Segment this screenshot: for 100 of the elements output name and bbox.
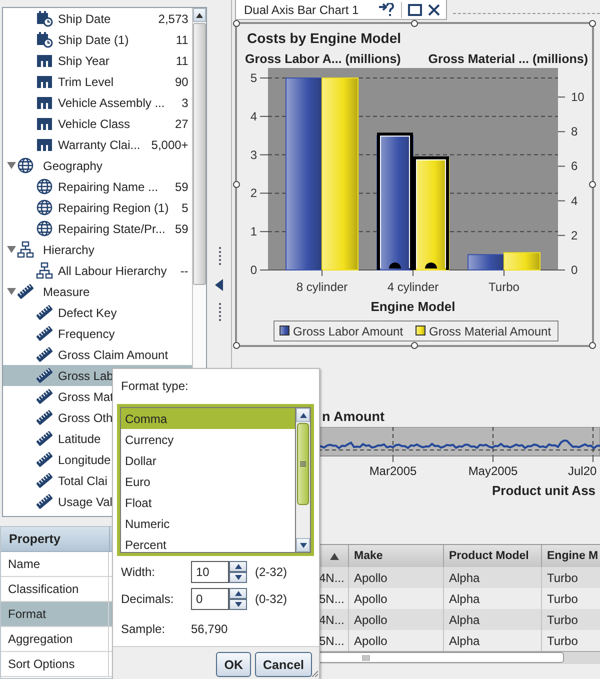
y2-tick-label: 10 bbox=[571, 90, 585, 104]
tree-item[interactable]: Vehicle Class 27 bbox=[3, 113, 192, 134]
number-field[interactable]: 10 bbox=[191, 561, 229, 583]
y2-tick-label: 6 bbox=[571, 159, 578, 174]
grip-lines-icon bbox=[362, 654, 370, 660]
y-tick-label: 3 bbox=[250, 148, 258, 162]
scrollbar[interactable] bbox=[295, 407, 311, 553]
up-triangle-icon bbox=[234, 564, 242, 569]
tree-item[interactable]: Ship Year 11 bbox=[3, 50, 192, 71]
legend-label: Gross Labor Amount bbox=[293, 324, 404, 338]
down-triangle-icon bbox=[234, 602, 242, 607]
column-header[interactable]: Make bbox=[349, 545, 444, 567]
resize-handle[interactable] bbox=[233, 342, 240, 349]
field-label: Width: bbox=[121, 565, 156, 579]
bar[interactable] bbox=[286, 77, 322, 270]
scroll-thumb[interactable] bbox=[318, 652, 564, 663]
ok-button[interactable]: OK bbox=[216, 652, 251, 677]
list-item[interactable]: Comma bbox=[121, 408, 295, 429]
tree-item[interactable]: Defect Key bbox=[3, 302, 192, 323]
tree-group[interactable]: Geography bbox=[3, 155, 192, 176]
resize-handle[interactable] bbox=[411, 342, 418, 349]
legend-label: Gross Material Amount bbox=[429, 324, 552, 338]
table-cell: Name bbox=[1, 552, 109, 576]
axis-tick-label: Turbo bbox=[488, 270, 520, 294]
resize-grip-icon[interactable] bbox=[311, 670, 318, 677]
axis-tick-label: 8 bbox=[558, 124, 578, 139]
scroll-up-icon[interactable] bbox=[196, 12, 204, 18]
hierarchy-icon bbox=[17, 241, 34, 258]
scroll-thumb[interactable] bbox=[193, 23, 206, 285]
item-count: 90 bbox=[174, 74, 188, 88]
tree-item[interactable]: Vehicle Assembly ... 3 bbox=[3, 92, 192, 113]
grip-dots-icon[interactable] bbox=[218, 302, 222, 322]
resize-handle[interactable] bbox=[233, 181, 240, 188]
collapse-arrow-icon[interactable] bbox=[215, 278, 224, 290]
resize-handle[interactable] bbox=[589, 20, 596, 27]
list-item[interactable]: Currency bbox=[121, 429, 295, 450]
globe-icon bbox=[36, 220, 53, 237]
spin-up-button[interactable] bbox=[229, 588, 247, 599]
spin-down-button[interactable] bbox=[229, 599, 247, 610]
tree-group[interactable]: Hierarchy bbox=[3, 239, 192, 260]
item-count: 59 bbox=[174, 180, 188, 194]
grip-dots-icon[interactable] bbox=[218, 246, 222, 266]
column-header: Property bbox=[1, 527, 110, 552]
tree-item[interactable]: Repairing Region (1) 5 bbox=[3, 197, 192, 218]
arrow-question-icon[interactable] bbox=[379, 2, 395, 16]
calendar-clock-icon bbox=[36, 10, 53, 27]
number-field[interactable]: 0 bbox=[191, 588, 229, 610]
globe-icon bbox=[36, 199, 53, 216]
item-count: 5,000+ bbox=[151, 138, 188, 152]
resize-handle[interactable] bbox=[233, 20, 240, 27]
bar[interactable] bbox=[468, 254, 504, 270]
tree-item[interactable]: Repairing Name ... 59 bbox=[3, 176, 192, 197]
format-type-list[interactable]: Comma Currency Dollar Euro Float Numeric Percent bbox=[117, 404, 314, 556]
category-icon bbox=[36, 94, 53, 111]
category-icon bbox=[36, 136, 53, 153]
range-hint: (0-32) bbox=[255, 592, 288, 606]
expanded-triangle-icon[interactable] bbox=[7, 161, 16, 170]
scroll-thumb[interactable] bbox=[297, 423, 309, 505]
tree-item[interactable]: Frequency bbox=[3, 323, 192, 344]
tree-item[interactable]: Repairing State/Pr... 59 bbox=[3, 218, 192, 239]
spin-up-button[interactable] bbox=[229, 561, 247, 572]
tree-item[interactable]: Trim Level 90 bbox=[3, 71, 192, 92]
list-item[interactable]: Float bbox=[121, 492, 295, 513]
y-tick-label: 2 bbox=[250, 186, 258, 200]
resize-handle[interactable] bbox=[411, 20, 418, 27]
tree-group[interactable]: Measure bbox=[3, 281, 192, 302]
resize-handle[interactable] bbox=[589, 181, 596, 188]
list-item[interactable]: Euro bbox=[121, 471, 295, 492]
tree-item[interactable]: All Labour Hierarchy -- bbox=[3, 260, 192, 281]
tree-item[interactable]: Gross Claim Amount bbox=[3, 344, 192, 365]
scrollbar[interactable] bbox=[318, 651, 600, 664]
cancel-button[interactable]: Cancel bbox=[255, 652, 312, 677]
maximize-icon[interactable] bbox=[408, 2, 422, 16]
globe-icon bbox=[17, 157, 34, 174]
column-header[interactable]: Product Model bbox=[444, 545, 542, 567]
resize-handle[interactable] bbox=[589, 342, 596, 349]
spin-down-button[interactable] bbox=[229, 572, 247, 583]
axis-tick-label: 0 bbox=[250, 263, 268, 277]
tree-item[interactable]: Warranty Clai... 5,000+ bbox=[3, 134, 192, 155]
chart-tab[interactable]: Dual Axis Bar Chart 1 bbox=[235, 0, 447, 20]
scroll-up-icon[interactable] bbox=[300, 412, 306, 418]
column-header[interactable]: Engine M bbox=[542, 545, 600, 567]
axis-title: Gross Material ... (millions) bbox=[428, 52, 588, 66]
axis-tick-label: 10 bbox=[558, 90, 584, 104]
list-item[interactable]: Percent bbox=[121, 534, 295, 555]
y2-tick-label: 4 bbox=[571, 194, 578, 208]
expanded-triangle-icon[interactable] bbox=[7, 287, 16, 296]
tree-item[interactable]: Ship Date 2,573 bbox=[3, 8, 192, 29]
close-icon[interactable] bbox=[428, 2, 440, 16]
tree-item[interactable]: Ship Date (1) 11 bbox=[3, 29, 192, 50]
column-header[interactable] bbox=[318, 545, 349, 567]
list-item[interactable]: Dollar bbox=[121, 450, 295, 471]
scroll-down-icon[interactable] bbox=[300, 542, 306, 548]
table-cell: Format bbox=[1, 602, 109, 626]
item-count: 59 bbox=[174, 222, 188, 236]
list-item[interactable]: Numeric bbox=[121, 513, 295, 534]
calendar-clock-icon bbox=[36, 31, 53, 48]
expanded-triangle-icon[interactable] bbox=[7, 245, 16, 254]
table-cell: Sort Options bbox=[1, 652, 109, 676]
item-count: 11 bbox=[176, 54, 188, 68]
